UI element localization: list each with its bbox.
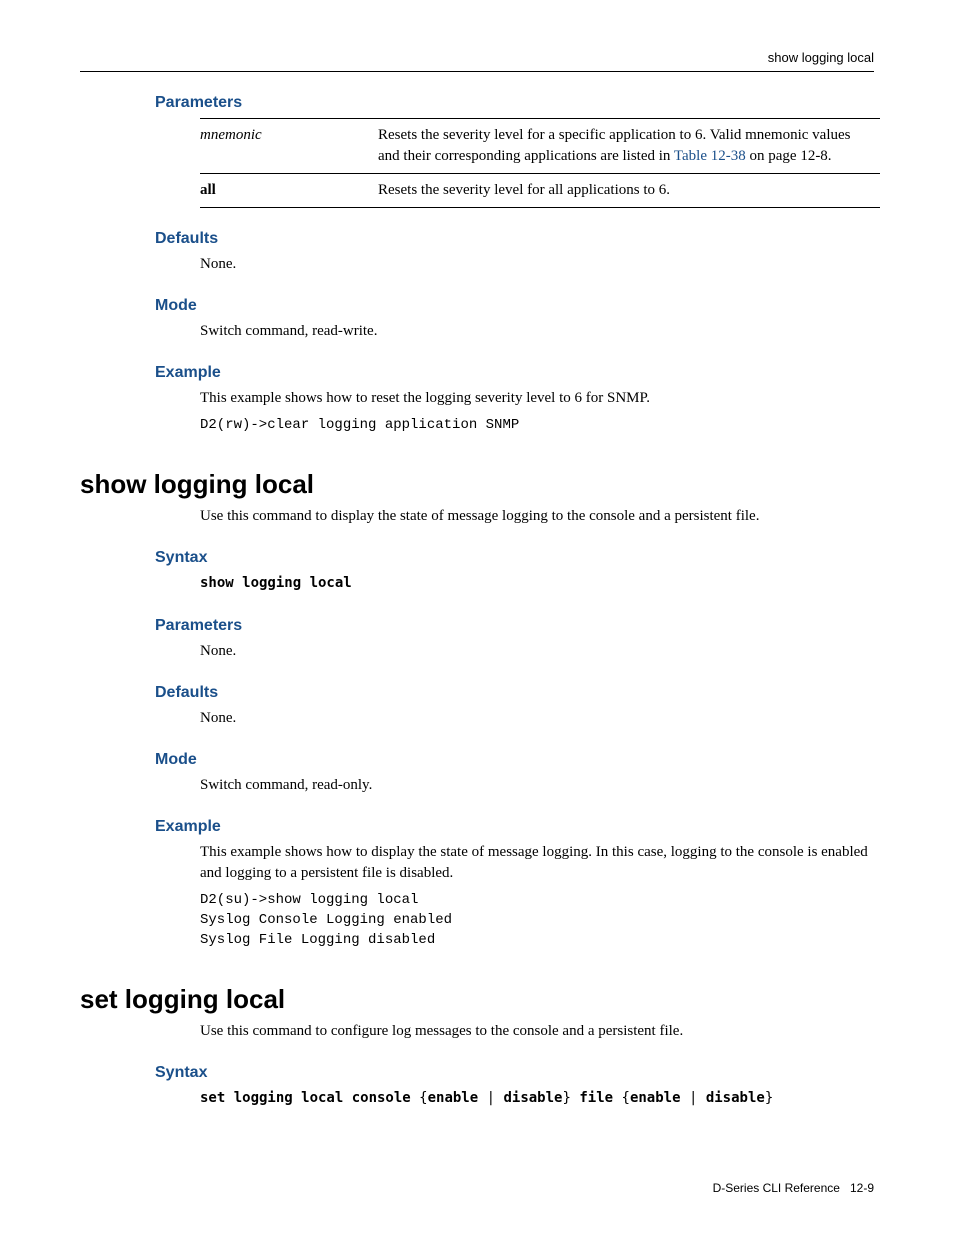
command-title-set-logging-local: set logging local (80, 984, 874, 1015)
parameters-table: mnemonic Resets the severity level for a… (200, 118, 880, 208)
heading-mode: Mode (155, 297, 874, 315)
running-head: show logging local (80, 50, 874, 72)
footer-page-number: 12-9 (850, 1181, 874, 1195)
mode-text: Switch command, read-write. (200, 321, 874, 342)
param-name: all (200, 174, 378, 208)
mode-text: Switch command, read-only. (200, 775, 874, 796)
footer-doc-title: D-Series CLI Reference (713, 1181, 840, 1195)
heading-syntax: Syntax (155, 549, 874, 567)
command-title-show-logging-local: show logging local (80, 469, 874, 500)
example-code: D2(su)->show logging local Syslog Consol… (200, 890, 874, 951)
heading-defaults: Defaults (155, 684, 874, 702)
example-code: D2(rw)->clear logging application SNMP (200, 415, 874, 435)
parameters-text: None. (200, 641, 874, 662)
command-intro: Use this command to configure log messag… (200, 1021, 874, 1042)
heading-example: Example (155, 818, 874, 836)
page-footer: D-Series CLI Reference 12-9 (713, 1181, 874, 1195)
heading-example: Example (155, 364, 874, 382)
syntax-code: show logging local (200, 573, 874, 594)
param-desc: Resets the severity level for all applic… (378, 174, 880, 208)
defaults-text: None. (200, 254, 874, 275)
command-intro: Use this command to display the state of… (200, 506, 874, 527)
defaults-text: None. (200, 708, 874, 729)
cross-reference-link[interactable]: Table 12-38 (674, 148, 746, 164)
heading-mode: Mode (155, 751, 874, 769)
example-text: This example shows how to display the st… (200, 842, 874, 884)
heading-parameters: Parameters (155, 617, 874, 635)
param-name: mnemonic (200, 119, 378, 174)
heading-syntax: Syntax (155, 1064, 874, 1082)
example-text: This example shows how to reset the logg… (200, 388, 874, 409)
heading-defaults: Defaults (155, 230, 874, 248)
heading-parameters: Parameters (155, 94, 874, 112)
page: show logging local Parameters mnemonic R… (0, 0, 954, 1235)
syntax-code: set logging local console {enable | disa… (200, 1088, 874, 1109)
table-row: mnemonic Resets the severity level for a… (200, 119, 880, 174)
table-row: all Resets the severity level for all ap… (200, 174, 880, 208)
param-desc: Resets the severity level for a specific… (378, 119, 880, 174)
